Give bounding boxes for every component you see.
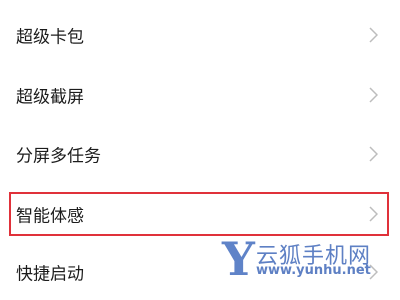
- settings-item-label: 超级卡包: [16, 27, 84, 48]
- chevron-right-icon: [369, 146, 378, 162]
- chevron-right-icon: [369, 87, 378, 103]
- settings-item-label: 超级截屏: [16, 87, 84, 108]
- settings-item-split-screen-multitask[interactable]: 分屏多任务: [0, 134, 400, 174]
- settings-item-super-card-pack[interactable]: 超级卡包: [0, 15, 400, 55]
- settings-item-label: 智能体感: [16, 206, 84, 227]
- settings-list: 超级卡包 超级截屏 分屏多任务 智能体感 快捷启动: [0, 0, 400, 300]
- settings-item-smart-motion[interactable]: 智能体感: [0, 194, 400, 234]
- chevron-right-icon: [369, 27, 378, 43]
- settings-item-label: 快捷启动: [16, 264, 84, 285]
- settings-item-quick-launch[interactable]: 快捷启动: [0, 252, 400, 292]
- settings-item-super-screenshot[interactable]: 超级截屏: [0, 75, 400, 115]
- chevron-right-icon: [369, 264, 378, 280]
- settings-item-label: 分屏多任务: [16, 146, 101, 167]
- chevron-right-icon: [369, 206, 378, 222]
